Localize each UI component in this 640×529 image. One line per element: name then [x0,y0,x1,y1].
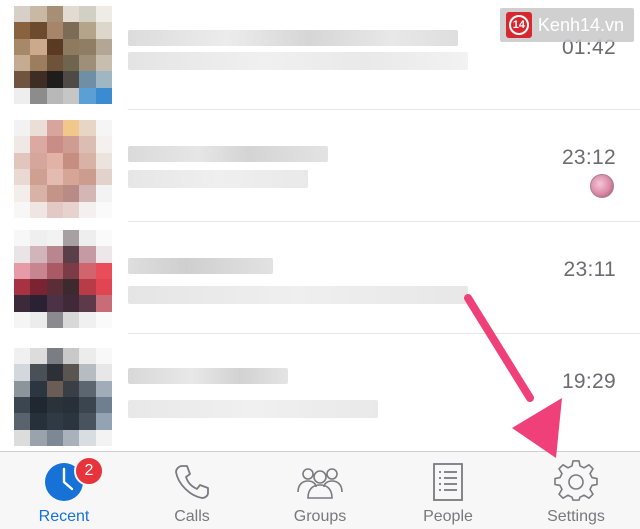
people-list-icon [426,460,470,504]
tab-settings[interactable]: Settings [512,452,640,529]
kenh14-watermark: 14 Kenh14.vn [499,8,634,42]
tab-calls[interactable]: Calls [128,452,256,529]
avatar [14,348,112,446]
row-divider [128,109,640,110]
conversation-list: 01:42 23:12 23:11 19:29 [0,0,640,452]
conversation-row[interactable]: 23:12 [0,112,640,222]
tab-bar: 2 Recent Calls Groups People Settings [0,451,640,529]
message-preview-blurred [128,286,468,304]
message-preview-blurred [128,400,378,418]
conversation-row[interactable]: 23:11 [0,224,640,334]
tab-recent[interactable]: 2 Recent [0,452,128,529]
phone-icon [170,460,214,504]
message-time: 23:12 [561,146,616,169]
contact-name-blurred [128,146,328,162]
avatar [14,230,112,328]
tab-label: Recent [38,508,90,525]
groups-icon [294,460,346,504]
gear-icon [554,460,598,504]
row-divider [128,221,640,222]
tab-people[interactable]: People [384,452,512,529]
tab-label: Calls [174,508,210,525]
avatar [14,6,112,104]
message-time: 19:29 [561,370,616,393]
unread-badge: 2 [74,456,104,486]
row-divider [128,333,640,334]
tab-label: Settings [547,508,605,525]
watermark-text: Kenh14.vn [537,14,624,35]
tab-label: People [423,508,473,525]
message-preview-blurred [128,170,308,188]
avatar [14,120,112,218]
tab-groups[interactable]: Groups [256,452,384,529]
sticker-icon [590,174,614,198]
kenh14-logo-icon: 14 [505,12,532,38]
message-preview-blurred [128,52,468,70]
conversation-row[interactable]: 19:29 [0,336,640,446]
tab-label: Groups [293,508,347,525]
contact-name-blurred [128,368,288,384]
message-time: 23:11 [563,258,616,281]
contact-name-blurred [128,30,458,46]
contact-name-blurred [128,258,273,274]
